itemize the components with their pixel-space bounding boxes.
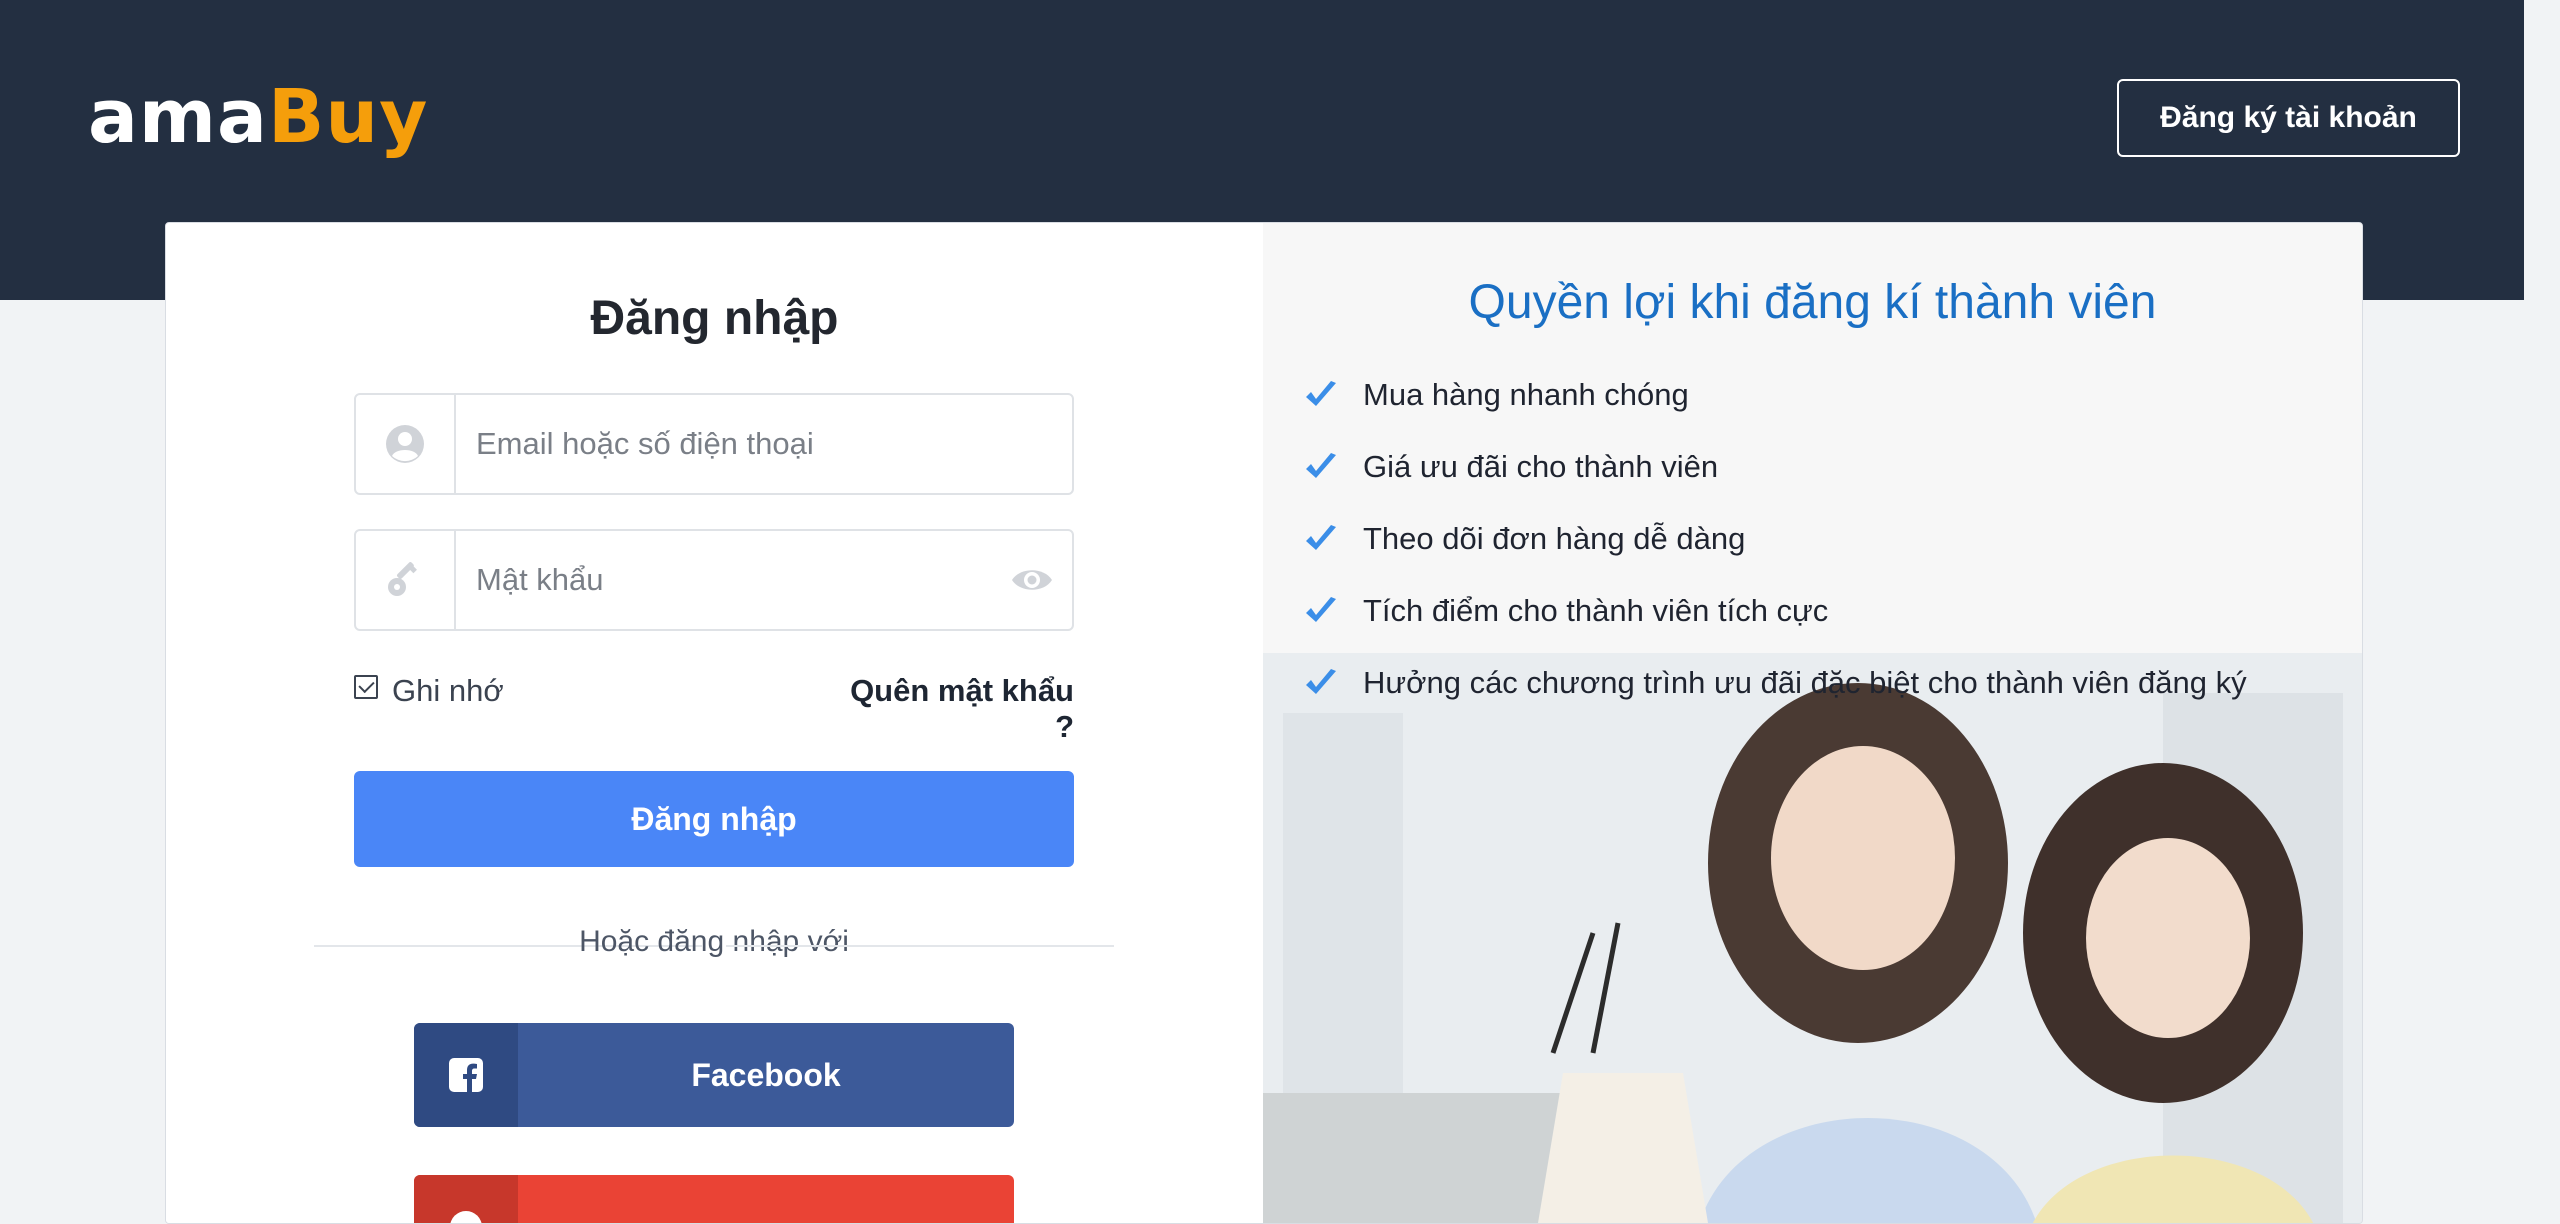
check-icon [1306, 669, 1336, 694]
or-login-with-label: Hoặc đăng nhập với [579, 925, 849, 958]
facebook-login-button[interactable]: Facebook [414, 1023, 1014, 1127]
google-label [518, 1175, 1014, 1223]
forgot-password-link[interactable]: Quên mật khẩu ? [831, 673, 1074, 745]
google-login-button[interactable] [414, 1175, 1014, 1223]
benefit-item: Mua hàng nhanh chóng [1303, 377, 1689, 413]
logo-text-ama: ama [88, 74, 268, 160]
login-panel: Đăng nhập Email hoặc số điện thoại Ghi n… [166, 223, 1263, 1223]
benefit-item: Hưởng các chương trình ưu đãi đặc biệt c… [1303, 665, 2247, 701]
facebook-label: Facebook [691, 1056, 841, 1093]
google-icon [414, 1175, 518, 1223]
remember-label: Ghi nhớ [392, 673, 504, 708]
facebook-icon [414, 1023, 518, 1127]
key-icon [356, 531, 456, 629]
register-account-button[interactable]: Đăng ký tài khoản [2117, 79, 2460, 157]
amabuy-logo[interactable]: amaBuy [88, 62, 428, 172]
email-input[interactable] [456, 398, 1072, 490]
check-icon [1306, 381, 1336, 406]
password-input[interactable] [456, 534, 992, 626]
remember-checkbox[interactable] [354, 675, 378, 699]
benefit-item: Giá ưu đãi cho thành viên [1303, 449, 1718, 485]
benefit-item: Theo dõi đơn hàng dễ dàng [1303, 521, 1745, 557]
page-scrollbar[interactable] [2524, 0, 2560, 1212]
logo-text-buy: Buy [267, 74, 429, 160]
check-icon [1306, 525, 1336, 550]
email-field[interactable] [354, 393, 1074, 495]
show-password-eye-icon[interactable] [992, 565, 1072, 595]
photo-illustration [1263, 653, 2362, 1223]
user-icon [356, 395, 456, 493]
divider-right [726, 945, 1114, 947]
benefit-text: Mua hàng nhanh chóng [1363, 377, 1689, 412]
login-title: Đăng nhập [590, 292, 839, 345]
benefit-item: Tích điểm cho thành viên tích cực [1303, 593, 1828, 629]
login-card: Đăng nhập Email hoặc số điện thoại Ghi n… [165, 222, 2363, 1224]
password-field[interactable] [354, 529, 1074, 631]
benefits-panel: Quyền lợi khi đăng kí thành viên Mua hàn… [1263, 223, 2362, 1223]
benefit-text: Hưởng các chương trình ưu đãi đặc biệt c… [1363, 665, 2247, 700]
check-icon [1306, 597, 1336, 622]
benefit-text: Theo dõi đơn hàng dễ dàng [1363, 521, 1746, 556]
shopping-women-photo [1263, 653, 2362, 1223]
benefits-title: Quyền lợi khi đăng kí thành viên [1468, 276, 2157, 329]
remember-me[interactable]: Ghi nhớ [354, 673, 504, 709]
benefit-text: Giá ưu đãi cho thành viên [1363, 449, 1719, 484]
benefit-text: Tích điểm cho thành viên tích cực [1363, 593, 1829, 628]
login-submit-button[interactable]: Đăng nhập [354, 771, 1074, 867]
check-icon [1306, 453, 1336, 478]
